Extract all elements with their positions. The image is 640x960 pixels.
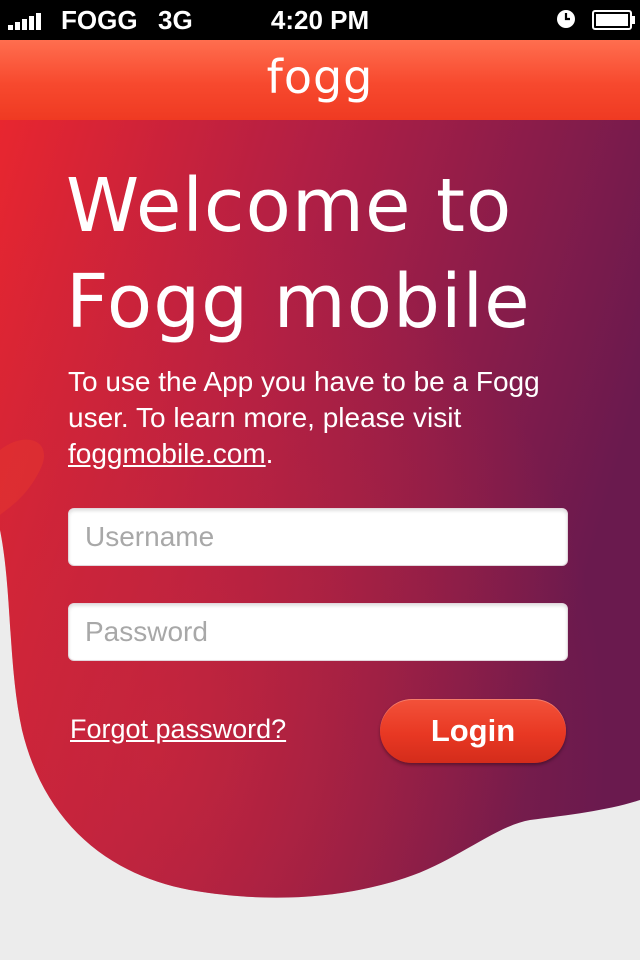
status-bar: FOGG 3G 4:20 PM bbox=[0, 0, 640, 40]
battery-icon bbox=[592, 10, 635, 30]
intro-end: . bbox=[265, 438, 274, 469]
intro-body: To use the App you have to be a Fogg use… bbox=[68, 366, 540, 433]
fogg-logo: fogg bbox=[266, 50, 374, 104]
welcome-heading: Welcome to Fogg mobile bbox=[66, 158, 531, 350]
navigation-bar: fogg bbox=[0, 40, 640, 121]
login-button[interactable]: Login bbox=[380, 699, 566, 763]
alarm-clock-icon bbox=[557, 10, 575, 28]
password-input[interactable] bbox=[68, 603, 568, 661]
username-input[interactable] bbox=[68, 508, 568, 566]
welcome-heading-line2: Fogg mobile bbox=[66, 259, 531, 345]
welcome-heading-line1: Welcome to bbox=[66, 163, 513, 249]
status-time: 4:20 PM bbox=[270, 5, 370, 35]
website-link[interactable]: foggmobile.com bbox=[68, 438, 266, 469]
intro-text: To use the App you have to be a Fogg use… bbox=[68, 364, 588, 472]
forgot-password-link[interactable]: Forgot password? bbox=[70, 714, 286, 745]
